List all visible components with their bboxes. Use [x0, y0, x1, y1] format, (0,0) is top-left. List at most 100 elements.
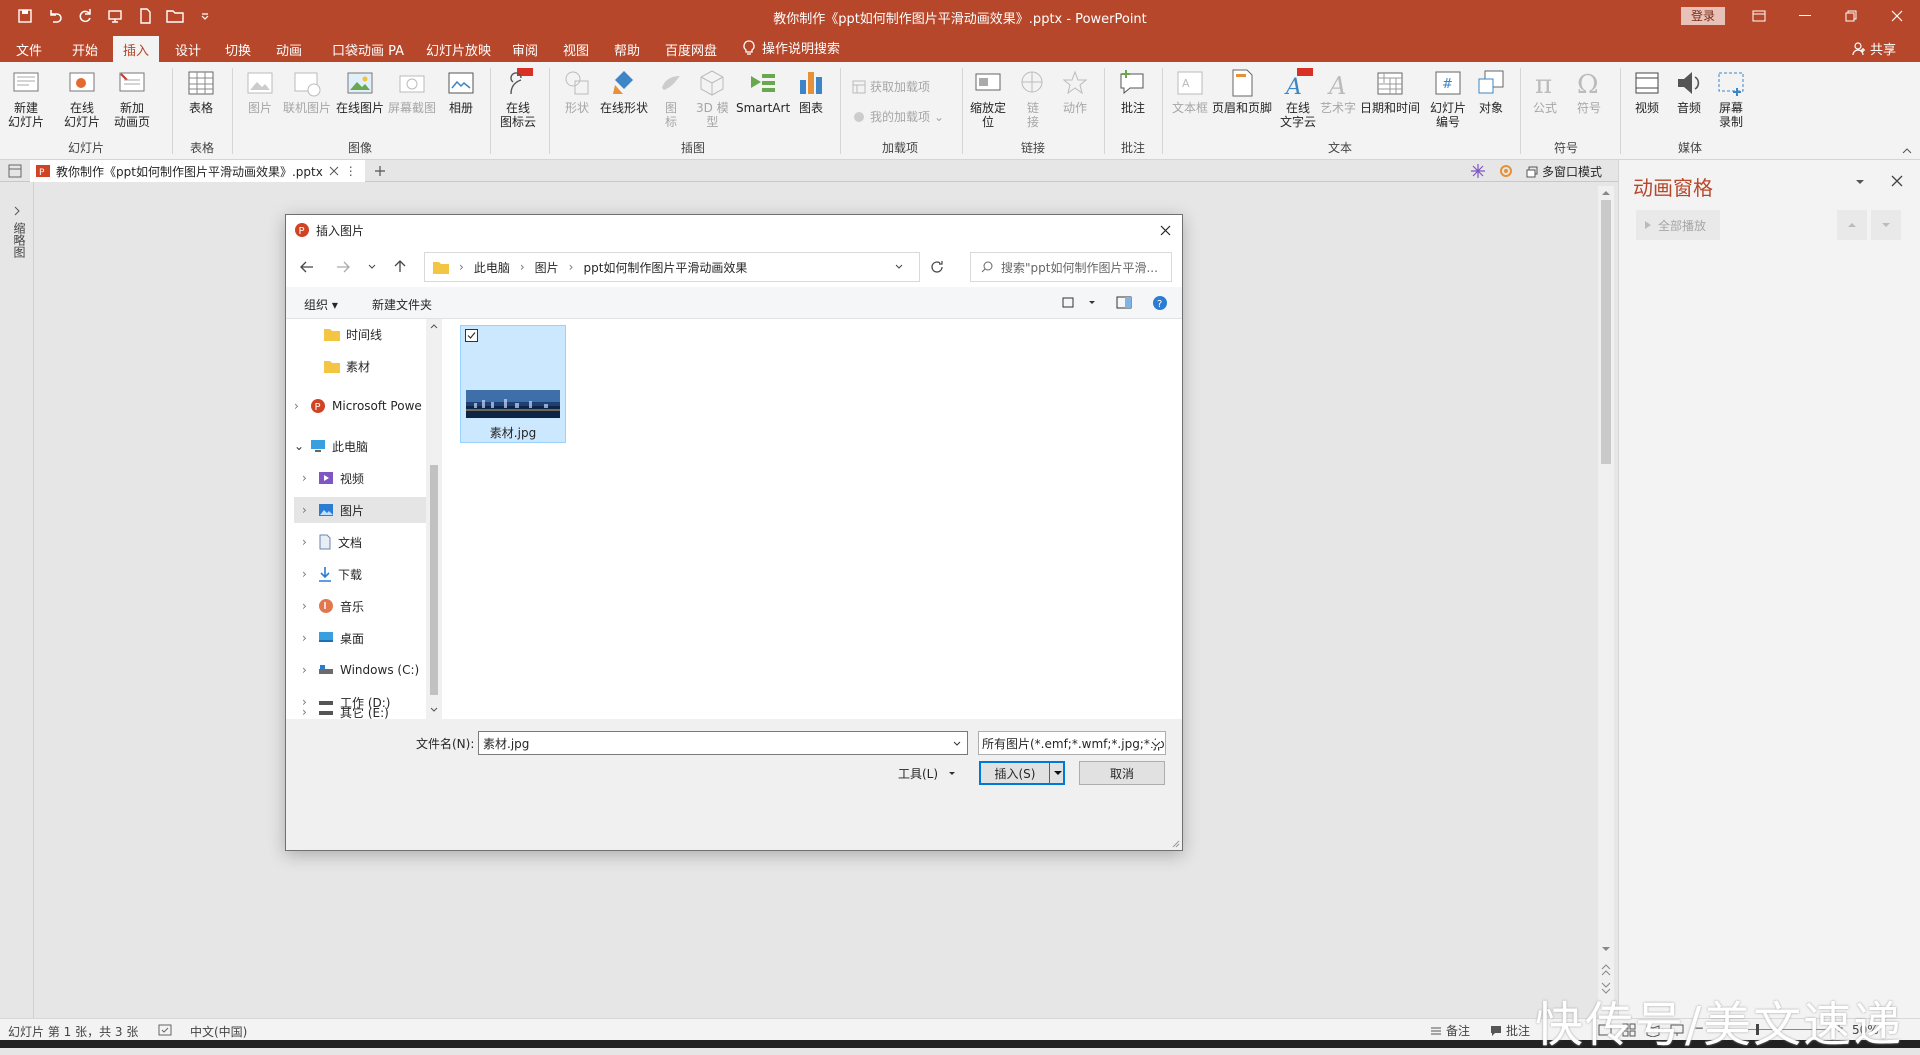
gear-icon[interactable] — [1498, 163, 1514, 179]
tree-item-videos[interactable]: › 视频 — [294, 465, 426, 491]
my-addins-button[interactable]: 我的加载项 ⌄ — [852, 108, 944, 125]
tree-item-pictures[interactable]: › 图片 — [294, 497, 426, 523]
breadcrumb-this-pc[interactable]: 此电脑 — [474, 259, 510, 276]
chevron-right-icon[interactable]: › — [302, 599, 312, 613]
tree-item-microsoft-powerpoint[interactable]: › P Microsoft Powe — [294, 393, 426, 419]
tree-item-materials[interactable]: 素材 — [294, 353, 426, 379]
table-button[interactable]: 表格 — [186, 68, 216, 115]
language[interactable]: 中文(中国) — [190, 1023, 247, 1040]
tab-help[interactable]: 帮助 — [614, 40, 640, 59]
comments-button[interactable]: 批注 — [1490, 1022, 1530, 1039]
tab-home[interactable]: 开始 — [72, 40, 98, 59]
tab-more-icon[interactable]: ⋮ — [345, 164, 357, 178]
tab-review[interactable]: 审阅 — [512, 40, 538, 59]
tree-scroll-thumb[interactable] — [430, 465, 438, 695]
breadcrumb-pictures[interactable]: 图片 — [535, 259, 559, 276]
chevron-right-icon[interactable]: › — [294, 399, 304, 413]
online-slide-button[interactable]: 在线 幻灯片 — [64, 68, 100, 129]
minimize-icon[interactable] — [1782, 0, 1828, 32]
share-button[interactable]: 共享 — [1852, 39, 1896, 58]
get-addins-button[interactable]: 获取加载项 — [852, 78, 930, 95]
tree-item-music[interactable]: › 音乐 — [294, 593, 426, 619]
back-icon[interactable] — [300, 261, 314, 273]
up-folder-icon[interactable] — [394, 259, 406, 273]
tools-button[interactable]: 工具(L) — [898, 765, 956, 782]
wordart-button[interactable]: A 艺术字 — [1320, 68, 1356, 115]
new-slide-button[interactable]: 新建 幻灯片 — [8, 68, 44, 129]
equation-button[interactable]: π 公式 — [1530, 68, 1560, 115]
dialog-close-button[interactable] — [1154, 220, 1176, 240]
tab-file[interactable]: 文件 — [16, 40, 42, 59]
scroll-down-icon[interactable] — [1601, 946, 1611, 952]
filetype-select[interactable]: 所有图片(*.emf;*.wmf;*.jpg;*.jp — [978, 731, 1166, 755]
filetype-dropdown-icon[interactable] — [1151, 741, 1161, 747]
tab-slideshow[interactable]: 幻灯片放映 — [426, 40, 491, 59]
chevron-right-icon[interactable]: › — [302, 503, 312, 517]
online-wordcloud-button[interactable]: A 在线 文字云 — [1280, 68, 1316, 129]
tell-me-search[interactable]: 操作说明搜索 — [742, 38, 840, 57]
expand-thumbnails-icon[interactable] — [13, 206, 21, 216]
icons-button[interactable]: 图 标 — [656, 68, 686, 129]
collapse-ribbon-icon[interactable] — [1902, 148, 1912, 154]
scroll-down-icon[interactable] — [430, 707, 438, 713]
accessibility-icon[interactable] — [158, 1023, 172, 1037]
magic-icon[interactable] — [1470, 163, 1486, 179]
action-button[interactable]: 动作 — [1060, 68, 1090, 115]
new-tab-icon[interactable] — [374, 165, 386, 177]
shapes-button[interactable]: 形状 — [562, 68, 592, 115]
close-window-icon[interactable] — [1874, 0, 1920, 32]
3d-model-button[interactable]: 3D 模 型 — [696, 68, 729, 129]
chevron-right-icon[interactable]: › — [302, 705, 312, 719]
view-dropdown-icon[interactable] — [1088, 300, 1096, 305]
comment-button[interactable]: 批注 — [1118, 68, 1148, 115]
tab-baidu-netdisk[interactable]: 百度网盘 — [665, 40, 717, 59]
filename-dropdown-icon[interactable] — [953, 741, 961, 747]
insert-button[interactable]: 插入(S) — [979, 761, 1065, 785]
help-icon[interactable]: ? — [1152, 295, 1168, 311]
checkbox-checked-icon[interactable] — [465, 329, 478, 342]
login-button[interactable]: 登录 — [1681, 7, 1725, 25]
close-pane-icon[interactable] — [1891, 175, 1903, 187]
refresh-icon[interactable] — [930, 260, 944, 274]
move-up-button[interactable] — [1837, 210, 1867, 240]
multiwindow-mode-button[interactable]: 多窗口模式 — [1526, 163, 1602, 180]
tree-item-desktop[interactable]: › 桌面 — [294, 625, 426, 651]
tree-item-documents[interactable]: › 文档 — [294, 529, 426, 555]
object-button[interactable]: 对象 — [1476, 68, 1506, 115]
chevron-right-icon[interactable]: › — [302, 535, 312, 549]
tab-menu-icon[interactable] — [8, 164, 22, 178]
prev-slide-icon[interactable] — [1601, 964, 1611, 976]
cancel-button[interactable]: 取消 — [1079, 761, 1165, 785]
chevron-right-icon[interactable]: › — [302, 663, 312, 677]
recent-locations-icon[interactable] — [368, 264, 376, 270]
online-picture-linked-button[interactable]: 联机图片 — [283, 68, 331, 115]
tree-item-drive-c[interactable]: › Windows (C:) — [294, 657, 426, 683]
ribbon-display-icon[interactable] — [1736, 0, 1782, 32]
close-tab-icon[interactable] — [329, 166, 339, 176]
chart-button[interactable]: 图表 — [796, 68, 826, 115]
breadcrumb-current-folder[interactable]: ppt如何制作图片平滑动画效果 — [583, 259, 747, 276]
symbol-button[interactable]: Ω 符号 — [1574, 68, 1604, 115]
tree-item-this-pc[interactable]: ⌄ 此电脑 — [294, 433, 426, 459]
online-picture-button[interactable]: 在线图片 — [336, 68, 384, 115]
tab-animations[interactable]: 动画 — [276, 40, 302, 59]
address-dropdown-icon[interactable] — [895, 264, 903, 270]
search-input[interactable]: 搜索"ppt如何制作图片平滑... — [970, 252, 1172, 282]
tab-design[interactable]: 设计 — [175, 40, 201, 59]
chevron-right-icon[interactable]: › — [302, 471, 312, 485]
new-folder-button[interactable]: 新建文件夹 — [372, 296, 432, 313]
tree-item-downloads[interactable]: › 下载 — [294, 561, 426, 587]
slide-number-button[interactable]: # 幻灯片 编号 — [1430, 68, 1466, 129]
filename-input[interactable]: 素材.jpg — [478, 731, 968, 755]
scroll-up-icon[interactable] — [1601, 190, 1611, 196]
scroll-thumb[interactable] — [1601, 200, 1611, 464]
new-anim-page-button[interactable]: 新加 动画页 — [114, 68, 150, 129]
smartart-button[interactable]: SmartArt — [736, 68, 790, 115]
insert-dropdown-icon[interactable] — [1053, 770, 1063, 776]
tab-transitions[interactable]: 切换 — [225, 40, 251, 59]
tree-item-timeline[interactable]: 时间线 — [294, 321, 426, 347]
screen-record-button[interactable]: 屏幕 录制 — [1716, 68, 1746, 129]
view-mode-icon[interactable] — [1062, 297, 1074, 308]
tab-insert[interactable]: 插入 — [113, 36, 160, 62]
chevron-down-icon[interactable]: ⌄ — [294, 439, 304, 453]
